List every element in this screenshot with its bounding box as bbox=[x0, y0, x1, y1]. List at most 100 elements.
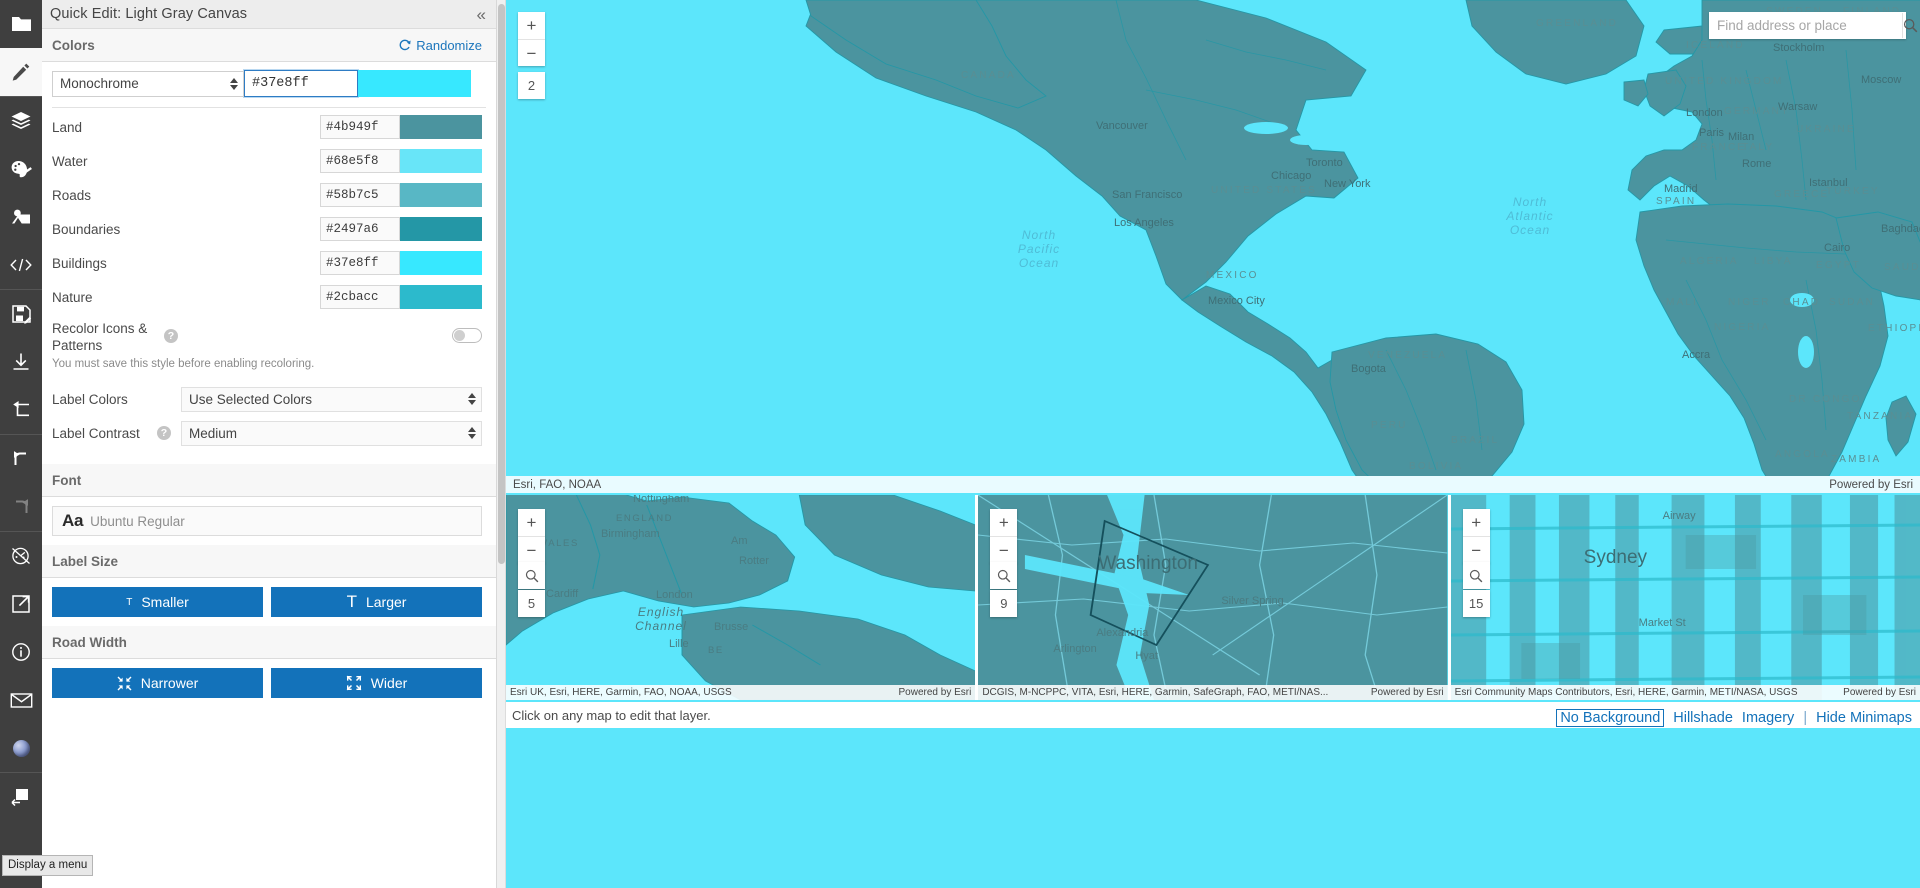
label-contrast-select[interactable]: Medium bbox=[181, 420, 482, 446]
panel-header: Quick Edit: Light Gray Canvas « bbox=[42, 0, 496, 29]
wider-icon bbox=[346, 675, 362, 691]
label-contrast-help-icon[interactable]: ? bbox=[157, 426, 171, 440]
color-row-hex-input[interactable]: #68e5f8 bbox=[320, 149, 400, 173]
map-area: CANADA UNITED STATES MEXICO Vancouver Toront… bbox=[497, 0, 1920, 888]
minimap-zoom-out-button[interactable]: − bbox=[1462, 536, 1490, 563]
zoom-in-button[interactable]: + bbox=[518, 12, 545, 39]
search-icon bbox=[997, 569, 1011, 582]
label-smaller-button[interactable]: T Smaller bbox=[52, 587, 263, 617]
label-size-section-title: Label Size bbox=[52, 553, 119, 569]
minimap-zoom-in-button[interactable]: + bbox=[518, 509, 545, 536]
minimap-attribution: Esri Community Maps Contributors, Esri, … bbox=[1450, 685, 1920, 700]
minimap-england[interactable]: Nottingham ENGLAND Birmingham WALES Cardiff L… bbox=[506, 495, 976, 700]
recolor-toggle[interactable] bbox=[452, 328, 482, 343]
main-map[interactable]: CANADA UNITED STATES MEXICO Vancouver Toront… bbox=[506, 0, 1920, 493]
road-narrower-button[interactable]: Narrower bbox=[52, 668, 263, 698]
refresh-icon bbox=[399, 39, 411, 51]
chevron-updown-icon bbox=[468, 393, 476, 405]
minimap-attribution-left: DCGIS, M-NCPPC, VITA, Esri, HERE, Garmin… bbox=[982, 687, 1329, 698]
search-button[interactable] bbox=[1902, 13, 1918, 38]
randomize-button[interactable]: Randomize bbox=[399, 38, 482, 53]
minimap-zoom-controls: + − bbox=[1462, 509, 1490, 563]
panel-scrollbar[interactable] bbox=[497, 0, 506, 888]
world-map-graphic bbox=[506, 0, 1920, 493]
layers-icon[interactable] bbox=[0, 97, 42, 145]
background-option-hillshade[interactable]: Hillshade bbox=[1673, 710, 1733, 726]
color-row-swatch[interactable] bbox=[400, 251, 482, 275]
zoom-out-button[interactable]: − bbox=[518, 39, 545, 66]
minimap-zoom-level-badge[interactable]: 5 bbox=[518, 590, 545, 617]
collapse-panel-button[interactable]: « bbox=[473, 6, 488, 23]
color-row-hex-value: #2cbacc bbox=[326, 290, 379, 304]
font-picker[interactable]: Aa Ubuntu Regular bbox=[52, 506, 482, 536]
background-option-no-background[interactable]: No Background bbox=[1556, 709, 1665, 727]
color-row-hex-value: #58b7c5 bbox=[326, 188, 379, 202]
color-row-label: Boundaries bbox=[52, 221, 121, 237]
minimap-sydney[interactable]: Sydney Airway Market St + −15 Esri Community … bbox=[1450, 495, 1920, 700]
mail-icon[interactable] bbox=[0, 676, 42, 724]
color-scheme-select[interactable]: Monochrome bbox=[52, 70, 244, 97]
download-icon[interactable] bbox=[0, 338, 42, 386]
search-input[interactable] bbox=[1709, 13, 1902, 38]
minimap-search-button[interactable] bbox=[1462, 562, 1490, 589]
font-section-title: Font bbox=[52, 472, 82, 488]
color-row-hex-value: #2497a6 bbox=[326, 222, 379, 236]
road-wider-button[interactable]: Wider bbox=[271, 668, 482, 698]
pencil-icon[interactable] bbox=[0, 48, 42, 96]
color-row-land: Land #4b949f bbox=[42, 110, 496, 144]
minimap-washington[interactable]: Washington Silver Spring Alexandria Arlingt… bbox=[978, 495, 1448, 700]
revert-icon[interactable] bbox=[0, 386, 42, 434]
label-contrast-row: Label Contrast ? Medium bbox=[42, 416, 496, 450]
search-box[interactable] bbox=[1709, 12, 1918, 39]
color-row-hex-input[interactable]: #2cbacc bbox=[320, 285, 400, 309]
color-row-hex-input[interactable]: #4b949f bbox=[320, 115, 400, 139]
color-row-hex-input[interactable]: #2497a6 bbox=[320, 217, 400, 241]
code-icon[interactable] bbox=[0, 241, 42, 289]
minimap-attribution-left: Esri Community Maps Contributors, Esri, … bbox=[1454, 687, 1798, 698]
minimap-search-button[interactable] bbox=[518, 562, 545, 589]
scheme-hex-input[interactable]: #37e8ff bbox=[243, 69, 359, 98]
color-row-swatch[interactable] bbox=[400, 285, 482, 309]
open-external-icon[interactable] bbox=[0, 580, 42, 628]
road-width-section-title: Road Width bbox=[52, 634, 127, 650]
label-larger-button[interactable]: T Larger bbox=[271, 587, 482, 617]
label-colors-select[interactable]: Use Selected Colors bbox=[181, 386, 482, 412]
globe-icon[interactable] bbox=[0, 724, 42, 772]
color-row-hex-input[interactable]: #37e8ff bbox=[320, 251, 400, 275]
color-row-swatch[interactable] bbox=[400, 183, 482, 207]
color-row-hex-value: #68e5f8 bbox=[326, 154, 379, 168]
scheme-color-swatch[interactable] bbox=[358, 70, 471, 97]
minimap-zoom-level-badge[interactable]: 15 bbox=[1462, 590, 1490, 617]
redo-icon[interactable] bbox=[0, 483, 42, 531]
scheme-hex-value: #37e8ff bbox=[252, 76, 309, 91]
scrollbar-thumb[interactable] bbox=[498, 4, 505, 564]
speedometer-icon[interactable] bbox=[0, 532, 42, 580]
minimap-attribution-right: Powered by Esri bbox=[898, 687, 972, 698]
menu-icon[interactable] bbox=[0, 773, 42, 821]
label-larger-label: Larger bbox=[365, 594, 407, 610]
color-row-nature: Nature #2cbacc bbox=[42, 280, 496, 314]
image-icon[interactable] bbox=[0, 193, 42, 241]
background-option-hide-minimaps[interactable]: Hide Minimaps bbox=[1816, 710, 1912, 726]
minimap-zoom-level-badge[interactable]: 9 bbox=[990, 590, 1018, 617]
undo-icon[interactable] bbox=[0, 435, 42, 483]
minimap-search-button[interactable] bbox=[990, 562, 1018, 589]
minimap-zoom-in-button[interactable]: + bbox=[990, 509, 1017, 536]
road-width-buttons: Narrower Wider bbox=[42, 659, 496, 707]
info-icon[interactable] bbox=[0, 628, 42, 676]
folder-open-icon[interactable] bbox=[0, 0, 42, 48]
color-row-swatch[interactable] bbox=[400, 115, 482, 139]
minimap-zoom-out-button[interactable]: − bbox=[518, 536, 545, 563]
palette-icon[interactable] bbox=[0, 145, 42, 193]
color-row-hex-input[interactable]: #58b7c5 bbox=[320, 183, 400, 207]
recolor-help-icon[interactable]: ? bbox=[164, 329, 178, 343]
background-option-imagery[interactable]: Imagery bbox=[1742, 710, 1794, 726]
color-row-swatch[interactable] bbox=[400, 149, 482, 173]
save-icon[interactable] bbox=[0, 290, 42, 338]
narrower-icon bbox=[117, 676, 132, 690]
zoom-level-badge[interactable]: 2 bbox=[518, 72, 545, 99]
minimap-zoom-out-button[interactable]: − bbox=[990, 536, 1018, 563]
minimap-zoom-in-button[interactable]: + bbox=[1463, 509, 1490, 536]
color-row-swatch[interactable] bbox=[400, 217, 482, 241]
page-title: Quick Edit: Light Gray Canvas bbox=[50, 6, 248, 22]
